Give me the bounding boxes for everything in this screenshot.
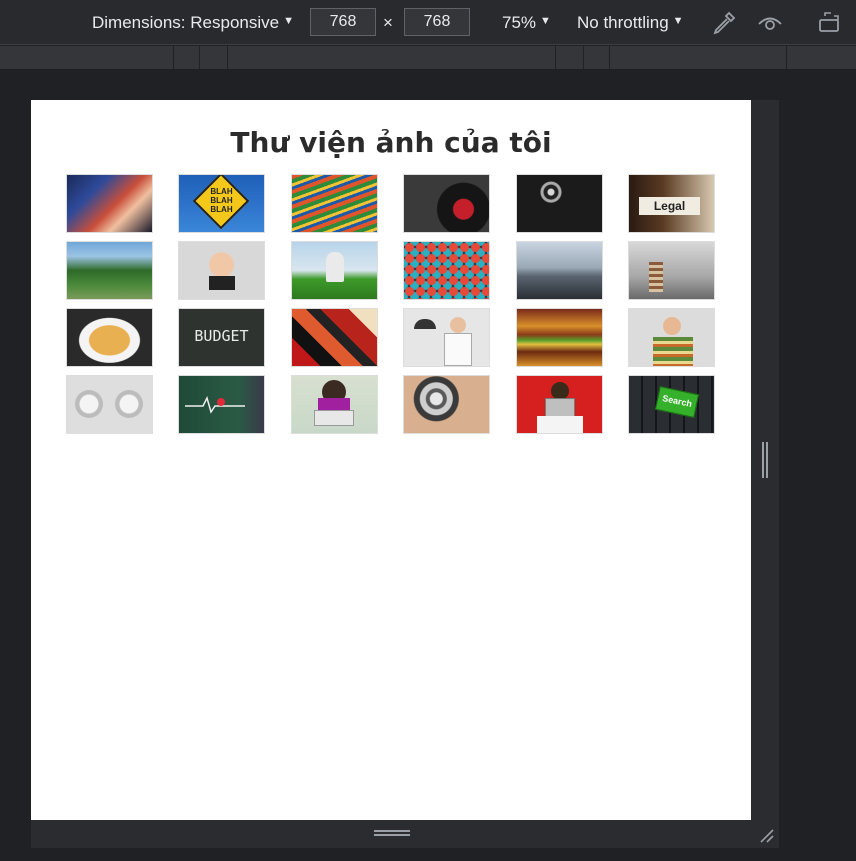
zoom-dropdown[interactable]: 75% ▼ — [502, 0, 551, 45]
dropdown-caret-icon: ▼ — [672, 14, 684, 27]
eye-icon[interactable] — [757, 10, 783, 36]
thumbnail-colorful-lines[interactable] — [292, 175, 377, 232]
book-stack-shape — [649, 262, 663, 292]
shirt-shape — [537, 416, 583, 433]
knob-shape — [115, 390, 143, 418]
thumbnail-legal-file-tab[interactable]: Legal — [629, 175, 714, 232]
page-title: Thư viện ảnh của tôi — [230, 126, 552, 159]
laptop-shape — [314, 410, 354, 426]
thumbnail-bridge-landscape[interactable] — [67, 242, 152, 299]
throttling-dropdown[interactable]: No throttling ▼ — [577, 0, 684, 45]
thumbnail-man-with-paper-stack[interactable] — [629, 309, 714, 366]
ruler-divider — [786, 46, 787, 70]
times-sign: × — [383, 12, 393, 32]
dimensions-label: Dimensions: Responsive — [92, 12, 280, 32]
media-query-bar[interactable] — [0, 46, 856, 70]
thumbnail-cheeseburger[interactable] — [517, 309, 602, 366]
eyedropper-icon[interactable] — [711, 10, 737, 36]
device-toolbar: Dimensions: Responsive ▼ × 75% ▼ No thro… — [0, 0, 856, 45]
corner-resize-icon[interactable] — [759, 828, 775, 844]
heartbeat-line-icon — [185, 395, 245, 414]
dropdown-caret-icon: ▼ — [283, 14, 294, 27]
ruler-divider — [555, 46, 556, 70]
thumbnail-safe-dial[interactable] — [404, 376, 489, 433]
thumbnail-woman-with-laptop-red-background[interactable] — [517, 376, 602, 433]
camera-shape — [209, 276, 235, 290]
thumbnail-blah-blah-sign[interactable]: BLAH BLAH BLAH — [179, 175, 264, 232]
thumbnail-heartbeat-chalkboard[interactable] — [179, 376, 264, 433]
dimensions-dropdown[interactable]: Dimensions: Responsive ▼ — [92, 0, 294, 45]
umbrella-shape — [414, 319, 436, 329]
thumbnail-woman-with-laptop[interactable] — [292, 376, 377, 433]
thumbnail-boy-with-camera[interactable] — [179, 242, 264, 299]
ruler-divider — [583, 46, 584, 70]
thumbnail-keyboard-search-key[interactable]: Search — [629, 376, 714, 433]
ruler-divider — [173, 46, 174, 70]
thumbnail-foggy-city-bridge[interactable] — [517, 242, 602, 299]
emulated-viewport: Thư viện ảnh của tôi BLAH BLAH BLAH Lega… — [31, 100, 751, 820]
search-key-shape: Search — [654, 386, 700, 418]
thumbnail-monkey-spiral[interactable] — [517, 175, 602, 232]
resize-grip-icon — [762, 442, 768, 478]
chalk-text: BUDGET — [194, 327, 249, 345]
tab-label: Legal — [639, 197, 700, 215]
thumbnail-vintage-camera-records[interactable] — [404, 175, 489, 232]
thumbnail-budget-chalkboard[interactable]: BUDGET — [179, 309, 264, 366]
person-shape — [326, 252, 344, 282]
dropdown-caret-icon: ▼ — [540, 14, 551, 27]
key-label: Search — [661, 393, 693, 410]
laptop-shape — [545, 398, 575, 418]
ruler-divider — [227, 46, 228, 70]
thumbnail-man-in-grass-field[interactable] — [292, 242, 377, 299]
width-input[interactable] — [310, 8, 376, 36]
knob-shape — [75, 390, 103, 418]
head-shape — [450, 317, 466, 333]
head-shape — [663, 317, 681, 335]
thumbnail-man-with-stack-of-books[interactable] — [629, 242, 714, 299]
ruler-divider — [609, 46, 610, 70]
ruler-divider — [199, 46, 200, 70]
sign-text: BLAH BLAH BLAH — [210, 187, 233, 214]
thumbnail-red-abstract-window[interactable] — [292, 309, 377, 366]
height-input[interactable] — [404, 8, 470, 36]
throttling-label: No throttling — [577, 12, 669, 32]
thumbnail-concert-crowd[interactable] — [67, 175, 152, 232]
bottom-resize-handle[interactable] — [31, 820, 779, 848]
shirt-shape — [444, 333, 472, 366]
zoom-label: 75% — [502, 12, 537, 32]
thumbnail-oven-knobs[interactable] — [67, 376, 152, 433]
thumbnail-colorful-buttons[interactable] — [404, 242, 489, 299]
right-resize-handle[interactable] — [751, 100, 779, 820]
resize-grip-icon — [374, 830, 410, 836]
paper-stack-shape — [653, 337, 693, 366]
thumbnail-pasta-dish[interactable] — [67, 309, 152, 366]
rotate-device-icon[interactable] — [817, 10, 843, 36]
thumbnail-businessman-umbrella-sketch[interactable] — [404, 309, 489, 366]
